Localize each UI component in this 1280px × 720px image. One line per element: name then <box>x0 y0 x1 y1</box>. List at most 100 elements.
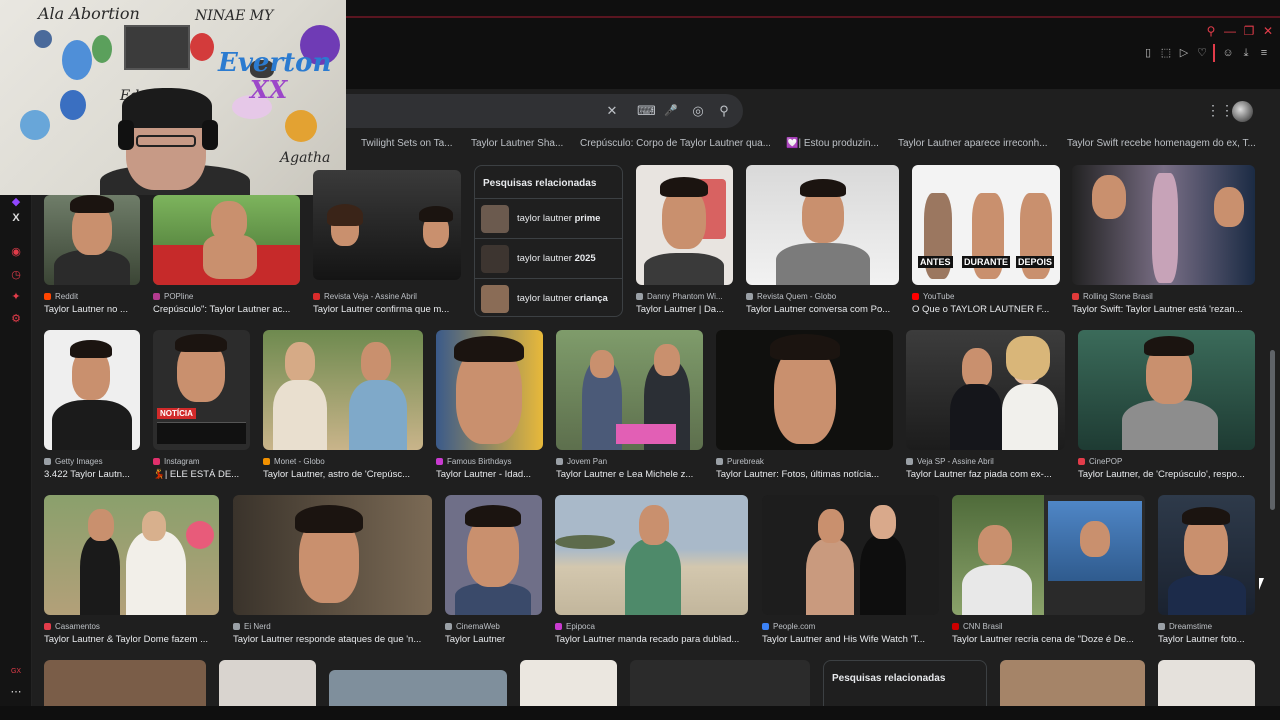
thumb-shirt <box>776 243 870 285</box>
result-thumbnail[interactable] <box>762 495 939 615</box>
screenshot-icon[interactable]: ⬚ <box>1159 46 1173 60</box>
result-title[interactable]: Taylor Lautner faz piada com ex-... <box>906 468 1065 481</box>
result-thumbnail[interactable] <box>952 495 1145 615</box>
extensions-icon[interactable]: ✦ <box>9 290 23 304</box>
result-title[interactable]: Taylor Lautner, astro de 'Crepúsc... <box>263 468 423 481</box>
more-icon[interactable]: ⋯ <box>9 685 23 699</box>
related-search-item[interactable]: taylor lautner criança <box>475 278 622 318</box>
result-thumbnail[interactable] <box>1078 330 1255 450</box>
related-thumb <box>481 205 509 233</box>
lens-icon[interactable]: ◎ <box>691 104 705 118</box>
thumb-face <box>818 509 844 543</box>
search-icon[interactable]: ⚲ <box>1204 24 1218 38</box>
result-title[interactable]: Taylor Lautner responde ataques de que '… <box>233 633 432 646</box>
glasses <box>136 135 196 147</box>
source-favicon <box>233 623 240 630</box>
result-title[interactable]: Taylor Lautner & Taylor Dome fazem ... <box>44 633 219 646</box>
result-thumbnail[interactable] <box>746 165 899 285</box>
x-icon[interactable]: X <box>9 211 23 225</box>
restore-icon[interactable]: ❐ <box>1242 24 1256 38</box>
result-title[interactable]: 3.422 Taylor Lautn... <box>44 468 140 481</box>
wall-text: NINAE MY <box>195 8 274 24</box>
webcam-monitor <box>124 25 190 70</box>
related-search-item[interactable]: taylor lautner prime <box>475 198 622 238</box>
result-thumbnail[interactable] <box>153 195 300 285</box>
thumb-hair <box>419 206 453 222</box>
apps-grid-icon[interactable]: ⋮⋮ <box>1206 103 1234 117</box>
result-thumbnail[interactable] <box>556 330 703 450</box>
menu-icon[interactable]: ≡ <box>1257 46 1271 60</box>
result-thumbnail[interactable] <box>233 495 432 615</box>
result-title[interactable]: 💃| ELE ESTÁ DE... <box>153 468 250 481</box>
result-title[interactable]: Taylor Lautner, de 'Crepúsculo', respo..… <box>1078 468 1255 481</box>
result-title[interactable]: Taylor Lautner confirma que m... <box>313 303 461 316</box>
result-title[interactable]: Taylor Lautner conversa com Po... <box>746 303 899 316</box>
close-icon[interactable]: ✕ <box>1261 24 1275 38</box>
result-thumbnail[interactable] <box>1072 165 1255 285</box>
webcam-doodle <box>62 40 92 80</box>
result-title[interactable]: Taylor Lautner and His Wife Watch 'T... <box>762 633 939 646</box>
result-thumbnail[interactable] <box>44 495 219 615</box>
account-icon[interactable]: ☺ <box>1221 46 1235 60</box>
result-title[interactable]: Taylor Swift: Taylor Lautner está 'rezan… <box>1072 303 1255 316</box>
result-thumbnail[interactable] <box>44 330 140 450</box>
related-search-item[interactable]: taylor lautner 2025 <box>475 238 622 278</box>
result-thumbnail[interactable] <box>436 330 543 450</box>
thumb-prop <box>616 424 676 444</box>
mic-icon[interactable]: 🎤 <box>664 104 678 118</box>
avatar[interactable] <box>1232 101 1253 122</box>
minimize-icon[interactable]: — <box>1223 24 1237 38</box>
history-icon[interactable]: ◷ <box>9 268 23 282</box>
thumb-bride <box>126 531 186 615</box>
result-title[interactable]: Taylor Lautner <box>445 633 542 646</box>
player-icon[interactable]: ◉ <box>9 245 23 259</box>
chip[interactable]: Taylor Swift recebe homenagem do ex, T..… <box>1067 137 1257 151</box>
chip[interactable]: Taylor Lautner aparece irreconh... <box>898 137 1048 151</box>
result-title[interactable]: Taylor Lautner manda recado para dublad.… <box>555 633 748 646</box>
result-thumbnail[interactable] <box>906 330 1065 450</box>
result-thumbnail[interactable]: ANTES DURANTE DEPOIS <box>912 165 1060 285</box>
result-title[interactable]: O Que o TAYLOR LAUTNER F... <box>912 303 1060 316</box>
result-thumbnail[interactable] <box>313 170 461 280</box>
result-title[interactable]: Taylor Lautner - Idad... <box>436 468 543 481</box>
result-thumbnail[interactable] <box>1158 495 1255 615</box>
webcam-doodle <box>285 110 317 142</box>
bookmark-icon[interactable]: ▯ <box>1141 46 1155 60</box>
thumb-face <box>142 511 166 541</box>
result-thumbnail[interactable] <box>445 495 542 615</box>
thumb-face <box>88 509 114 541</box>
chip[interactable]: Twilight Sets on Ta... <box>361 137 461 151</box>
result-title[interactable]: Taylor Lautner | Da... <box>636 303 733 316</box>
result-thumbnail[interactable] <box>636 165 733 285</box>
settings-icon[interactable]: ⚙ <box>9 312 23 326</box>
result-thumbnail[interactable] <box>555 495 748 615</box>
chip[interactable]: Taylor Lautner Sha... <box>471 137 566 151</box>
clear-icon[interactable]: ✕ <box>605 104 619 118</box>
thumb-suit <box>950 384 1002 450</box>
result-thumbnail[interactable] <box>716 330 893 450</box>
heart-icon[interactable]: ♡ <box>1195 46 1209 60</box>
result-thumbnail[interactable] <box>263 330 423 450</box>
search-input[interactable]: ✕ ⌨ 🎤 ◎ ⚲ <box>346 94 743 128</box>
thumb-caption-bar <box>157 422 246 444</box>
download-icon[interactable]: ⤓ <box>1239 46 1253 60</box>
thumb-face <box>1214 187 1244 227</box>
result-title[interactable]: Crepúsculo": Taylor Lautner ac... <box>153 303 300 316</box>
result-title[interactable]: Taylor Lautner: Fotos, últimas notícia..… <box>716 468 893 481</box>
screen: ⚲ — ❐ ✕ ▯ ⬚ ▷ ♡ ☺ ⤓ ≡ ◆ X ◉ ◷ ✦ ⚙ GX ⋯ A… <box>0 0 1280 720</box>
result-title[interactable]: Taylor Lautner foto... <box>1158 633 1255 646</box>
result-thumbnail[interactable]: NOTÍCIA <box>153 330 250 450</box>
search-icon[interactable]: ⚲ <box>717 104 731 118</box>
result-thumbnail[interactable] <box>44 195 140 285</box>
keyboard-icon[interactable]: ⌨ <box>637 104 656 118</box>
chip[interactable]: Crepúsculo: Corpo de Taylor Lautner qua.… <box>580 137 770 151</box>
result-title[interactable]: Taylor Lautner e Lea Michele z... <box>556 468 703 481</box>
play-icon[interactable]: ▷ <box>1177 46 1191 60</box>
result-title[interactable]: Taylor Lautner recria cena de "Doze é De… <box>952 633 1145 646</box>
chip[interactable]: 💟| Estou produzin... <box>786 137 886 151</box>
result-title[interactable]: Taylor Lautner no ... <box>44 303 140 316</box>
page-scrollbar[interactable] <box>1270 350 1275 510</box>
twitch-icon[interactable]: ◆ <box>9 195 23 209</box>
gx-icon[interactable]: GX <box>9 665 23 679</box>
source-favicon <box>1158 623 1165 630</box>
